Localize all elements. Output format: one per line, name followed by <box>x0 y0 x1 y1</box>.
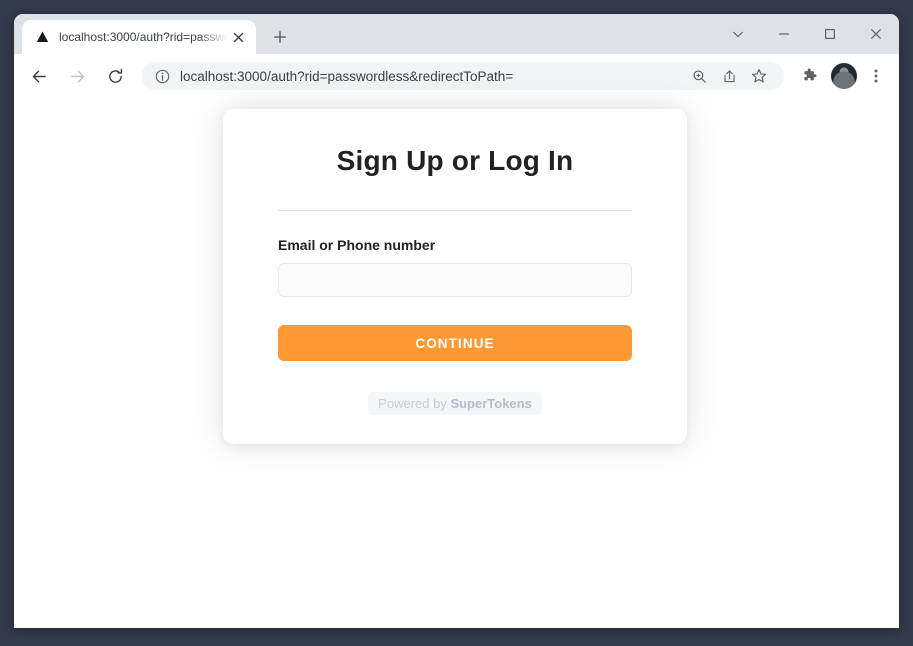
browser-menu-kebab-icon[interactable] <box>861 61 891 91</box>
forward-button[interactable] <box>62 61 92 91</box>
powered-by-prefix: Powered by <box>378 396 451 411</box>
tab-strip: localhost:3000/auth?rid=passwo <box>14 14 899 54</box>
browser-tab-active[interactable]: localhost:3000/auth?rid=passwo <box>22 20 256 54</box>
extensions-puzzle-icon[interactable] <box>794 61 824 91</box>
triangle-favicon <box>34 29 50 45</box>
tab-search-chevron-down-icon[interactable] <box>715 14 761 54</box>
new-tab-button[interactable] <box>266 23 294 51</box>
url-text[interactable]: localhost:3000/auth?rid=passwordless&red… <box>180 69 684 84</box>
auth-card: Sign Up or Log In Email or Phone number … <box>223 109 687 444</box>
bookmark-star-icon[interactable] <box>744 62 774 90</box>
share-icon[interactable] <box>714 62 744 90</box>
maximize-icon[interactable] <box>807 14 853 54</box>
card-footer: Powered by SuperTokens <box>278 392 632 415</box>
email-or-phone-label: Email or Phone number <box>278 237 436 253</box>
powered-by-supertokens: Powered by SuperTokens <box>368 392 542 415</box>
site-info-icon[interactable] <box>154 69 170 84</box>
address-bar[interactable]: localhost:3000/auth?rid=passwordless&red… <box>142 62 784 90</box>
browser-toolbar: localhost:3000/auth?rid=passwordless&red… <box>14 54 899 98</box>
avatar[interactable] <box>831 63 857 89</box>
email-or-phone-input[interactable] <box>278 263 632 297</box>
card-body: Email or Phone number CONTINUE Powered b… <box>223 211 687 415</box>
supertokens-brand: SuperTokens <box>450 396 532 411</box>
card-header: Sign Up or Log In <box>223 109 687 177</box>
minimize-icon[interactable] <box>761 14 807 54</box>
back-button[interactable] <box>24 61 54 91</box>
browser-window: localhost:3000/auth?rid=passwo localhost… <box>14 14 899 628</box>
page-title: Sign Up or Log In <box>336 145 574 176</box>
close-icon[interactable] <box>228 27 248 47</box>
window-close-icon[interactable] <box>853 14 899 54</box>
zoom-icon[interactable] <box>684 62 714 90</box>
continue-button[interactable]: CONTINUE <box>278 325 632 361</box>
tab-title: localhost:3000/auth?rid=passwo <box>59 30 228 44</box>
reload-button[interactable] <box>100 61 130 91</box>
page-viewport: Sign Up or Log In Email or Phone number … <box>14 98 899 628</box>
window-controls <box>715 14 899 54</box>
